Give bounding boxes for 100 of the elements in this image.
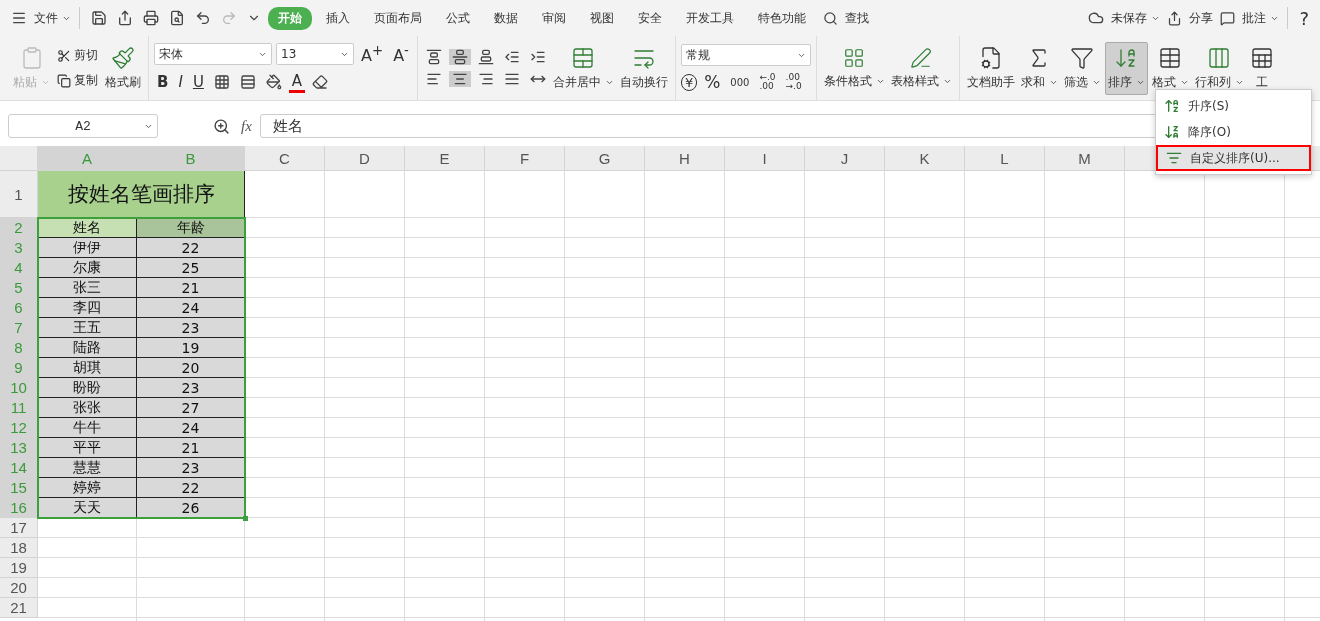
table-cell: 22 xyxy=(137,238,245,258)
column-header[interactable]: L xyxy=(965,146,1045,171)
font-name-select[interactable]: 宋体 xyxy=(154,43,272,66)
caret-icon xyxy=(340,50,349,59)
column-header[interactable]: C xyxy=(245,146,325,171)
menu-tab[interactable]: 公式 xyxy=(436,6,480,30)
sort-descending-icon xyxy=(1164,124,1180,140)
name-box[interactable]: A2 xyxy=(8,114,158,138)
menu-tab[interactable]: 页面布局 xyxy=(364,6,432,30)
thousands-button[interactable]: 000 xyxy=(727,76,753,88)
row-header[interactable]: 19 xyxy=(0,558,38,578)
caret-icon xyxy=(258,50,267,59)
toolbar-button[interactable]: 工 xyxy=(1247,42,1276,94)
column-header[interactable]: K xyxy=(885,146,965,171)
row-header[interactable]: 17 xyxy=(0,518,38,538)
help-button[interactable]: ? xyxy=(1296,7,1312,29)
column-header[interactable]: G xyxy=(565,146,645,171)
shrink-font-button[interactable]: A$^{-}$ xyxy=(390,43,412,66)
table-cell: 25 xyxy=(137,258,245,278)
table-cell: 24 xyxy=(137,298,245,318)
custom-sort-icon xyxy=(1166,150,1182,166)
style-button[interactable]: 表格样式 xyxy=(888,43,954,93)
toolbar-button[interactable]: 行和列 xyxy=(1192,42,1246,94)
toolbar-button[interactable]: 筛选 xyxy=(1061,42,1103,94)
grow-font-button[interactable]: A$^{+}$ xyxy=(358,43,387,66)
format-painter-button[interactable]: 格式刷 xyxy=(103,42,143,94)
table-cell: 年龄 xyxy=(137,218,245,238)
column-header[interactable]: M xyxy=(1045,146,1125,171)
table-cell: 张张 xyxy=(38,398,137,418)
row-header[interactable]: 21 xyxy=(0,598,38,618)
decrease-decimal-button[interactable]: .00 →.0 xyxy=(782,73,805,91)
number-format-select[interactable]: 常规 xyxy=(680,44,811,66)
grid-icon xyxy=(843,46,866,69)
row-header[interactable]: 1 xyxy=(0,171,38,218)
column-header[interactable]: H xyxy=(645,146,725,171)
copy-button[interactable]: 复制 xyxy=(54,71,101,90)
toolbar-button[interactable]: 求和 xyxy=(1018,42,1060,94)
style-button[interactable]: 条件格式 xyxy=(821,43,887,93)
sheet-icon xyxy=(1249,45,1274,70)
menu-tab[interactable]: 插入 xyxy=(316,6,360,30)
menu-tab[interactable]: 开发工具 xyxy=(676,6,744,30)
merge-cells-icon xyxy=(571,45,596,70)
table-cell: 陆路 xyxy=(38,338,137,358)
table-cell: 王五 xyxy=(38,318,137,338)
table-cell: 伊伊 xyxy=(38,238,137,258)
row-header[interactable]: 18 xyxy=(0,538,38,558)
search-link[interactable]: 查找 xyxy=(845,9,869,27)
menu-tab[interactable]: 视图 xyxy=(580,6,624,30)
column-header[interactable]: D xyxy=(325,146,405,171)
font-color-button[interactable]: A xyxy=(288,71,306,93)
menu-tab[interactable]: 审阅 xyxy=(532,6,576,30)
copy-icon xyxy=(57,73,71,88)
table-cell: 胡琪 xyxy=(38,358,137,378)
underline-button[interactable]: U xyxy=(189,73,207,92)
table-cell: 张三 xyxy=(38,278,137,298)
table-cell: 23 xyxy=(137,318,245,338)
table-cell: 婷婷 xyxy=(38,478,137,498)
wrap-text-button[interactable]: 自动换行 xyxy=(617,42,670,94)
filter-icon xyxy=(1070,45,1095,70)
merge-center-button[interactable]: 合并居中 xyxy=(550,42,616,94)
share-button[interactable]: 分享 xyxy=(1189,9,1214,27)
save-status[interactable]: 未保存 xyxy=(1111,9,1148,27)
toolbar-button[interactable]: 排序 xyxy=(1104,41,1148,95)
column-header[interactable]: J xyxy=(805,146,885,171)
table-cell: 盼盼 xyxy=(38,378,137,398)
table-cell: 牛牛 xyxy=(38,418,137,438)
column-header[interactable]: I xyxy=(725,146,805,171)
increase-decimal-button[interactable]: ←.0 .00 xyxy=(756,73,779,91)
menu-item[interactable]: 自定义排序(U)... xyxy=(1156,145,1311,171)
menu-tab[interactable]: 安全 xyxy=(628,6,672,30)
table-cell: 20 xyxy=(137,358,245,378)
table-icon xyxy=(1158,45,1183,70)
italic-button[interactable]: I xyxy=(175,73,186,92)
column-header[interactable]: E xyxy=(405,146,485,171)
align-center-icon[interactable] xyxy=(448,71,471,87)
bold-button[interactable]: B xyxy=(154,73,172,92)
table-cell: 19 xyxy=(137,338,245,358)
menu-tab[interactable]: 数据 xyxy=(484,6,528,30)
comment-button[interactable]: 批注 xyxy=(1242,9,1267,27)
table-cell: 21 xyxy=(137,438,245,458)
table-cell: 26 xyxy=(137,498,245,518)
table-cell: 23 xyxy=(137,458,245,478)
table-cell: 23 xyxy=(137,378,245,398)
paintbrush-icon xyxy=(111,45,135,70)
menu-tab[interactable]: 特色功能 xyxy=(748,6,816,30)
toolbar-button[interactable]: 格式 xyxy=(1149,42,1191,94)
cut-button[interactable]: 剪切 xyxy=(54,46,101,65)
percent-button[interactable]: % xyxy=(701,72,724,92)
row-header[interactable]: 20 xyxy=(0,578,38,598)
table-cell: 24 xyxy=(137,418,245,438)
font-size-select[interactable]: 13 xyxy=(276,43,354,66)
column-header[interactable]: F xyxy=(485,146,565,171)
scissors-icon xyxy=(57,48,71,63)
table-cell: 李四 xyxy=(38,298,137,318)
function-label[interactable]: fx xyxy=(241,117,252,135)
table-cell: 22 xyxy=(137,478,245,498)
table-cell: 21 xyxy=(137,278,245,298)
align-middle-icon[interactable] xyxy=(448,49,471,65)
toolbar-button[interactable]: 文档助手 xyxy=(964,42,1017,94)
file-menu[interactable]: 文件 xyxy=(34,9,58,27)
